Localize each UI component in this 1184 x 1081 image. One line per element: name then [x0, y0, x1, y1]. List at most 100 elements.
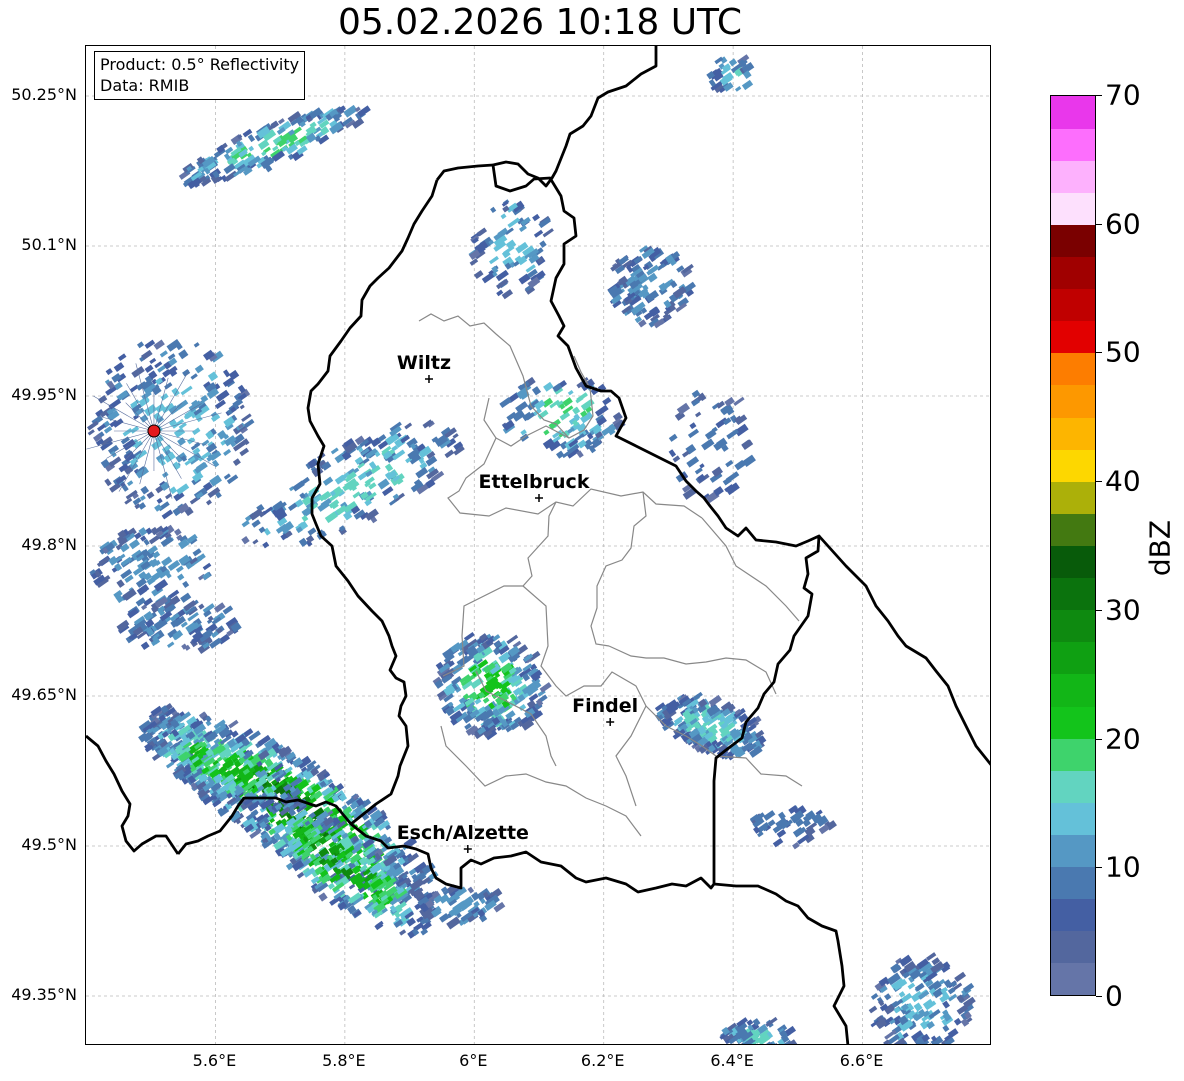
colorbar-segment: [1051, 673, 1095, 707]
canton-border: [615, 705, 647, 807]
longitude-tick-label: 6.2°E: [580, 1051, 625, 1070]
colorbar-tick-label: 70: [1105, 78, 1141, 112]
latitude-tick-label: 49.95°N: [11, 385, 77, 404]
city-ettelbruck[interactable]: Ettelbruck: [479, 471, 590, 502]
colorbar-tick: [1096, 481, 1102, 483]
echo-cell: [232, 458, 241, 467]
colorbar-title: dBZ: [1143, 519, 1177, 577]
echo-cell: [694, 467, 703, 475]
latitude-tick-label: 49.65°N: [11, 685, 77, 704]
echo-cell: [446, 916, 461, 930]
germany-border-east: [817, 535, 990, 766]
map-title: 05.02.2026 10:18 UTC: [337, 2, 743, 43]
echo-cell: [177, 573, 185, 581]
echo-cell: [741, 79, 754, 91]
colorbar-segment: [1051, 384, 1095, 418]
echo-cell: [140, 485, 150, 495]
colorbar-segment: [1051, 545, 1095, 579]
echo-cell: [198, 603, 205, 610]
echo-cell: [239, 404, 245, 410]
echo-cell: [214, 399, 226, 410]
echo-cell: [252, 539, 259, 545]
radar-site-marker[interactable]: [147, 424, 161, 438]
latitude-tick-label: 49.5°N: [21, 835, 77, 854]
echo-cell: [763, 810, 776, 821]
echo-cell: [143, 611, 154, 621]
echo-cell: [672, 455, 681, 463]
colorbar-tick: [1096, 609, 1102, 611]
colorbar-segment: [1051, 192, 1095, 225]
echo-cell: [689, 422, 697, 430]
colorbar-tick: [1096, 867, 1102, 869]
city-label: Esch/Alzette: [397, 822, 529, 844]
city-wiltz[interactable]: Wiltz: [397, 352, 451, 383]
echo-cell: [725, 482, 740, 496]
echo-cell: [399, 929, 407, 936]
colorbar-tick-label: 0: [1105, 979, 1123, 1013]
echo-cell: [724, 396, 735, 407]
echo-cell: [890, 962, 902, 974]
echo-cell: [278, 118, 285, 125]
echo-cell: [223, 448, 232, 456]
echo-cell: [296, 871, 305, 879]
latitude-tick-label: 49.8°N: [21, 535, 77, 554]
echo-cell: [473, 270, 484, 279]
echo-cell: [467, 886, 475, 894]
longitude-tick-label: 6°E: [459, 1051, 488, 1070]
radar-spoke: [139, 430, 155, 485]
echo-cell: [542, 228, 554, 238]
echo-cell: [301, 514, 309, 522]
echo-cell: [223, 369, 231, 378]
echo-cell: [251, 519, 261, 528]
echo-cell: [868, 1005, 878, 1014]
latitude-tick-label: 49.35°N: [11, 985, 77, 1004]
echo-cell: [176, 483, 190, 495]
colorbar-segment: [1051, 706, 1095, 739]
echo-cell: [145, 527, 153, 535]
echo-cell: [137, 341, 145, 349]
echo-cell: [954, 971, 967, 983]
echo-cell: [533, 229, 544, 238]
colorbar-segment: [1051, 96, 1095, 129]
echo-cell: [686, 456, 700, 468]
echo-cell: [420, 928, 429, 936]
echo-cell: [728, 58, 738, 67]
echo-cell: [173, 427, 186, 438]
radar-echoes: [87, 54, 976, 1044]
radar-spoke: [153, 430, 182, 479]
echo-cell: [165, 761, 175, 769]
longitude-tick-label: 6.4°E: [710, 1051, 754, 1070]
echo-cell: [182, 580, 190, 588]
city-findel[interactable]: Findel: [572, 695, 638, 726]
echo-cell: [241, 536, 250, 545]
echo-cell: [262, 541, 270, 549]
echo-cell: [156, 497, 163, 504]
canton-border: [608, 645, 777, 695]
country-borders: [86, 46, 990, 1044]
echo-cell: [532, 213, 540, 222]
colorbar-tick-label: 40: [1105, 464, 1141, 498]
colorbar-segment: [1051, 834, 1095, 868]
germany-border-north: [492, 46, 658, 188]
echo-cell: [176, 399, 189, 410]
echo-cell: [725, 459, 734, 468]
echo-cell: [668, 433, 678, 442]
colorbar-tick-label: 30: [1105, 593, 1141, 627]
echo-cell: [144, 339, 156, 349]
latitude-tick-label: 50.1°N: [21, 235, 77, 254]
echo-cell: [377, 478, 390, 490]
colorbar-segment: [1051, 417, 1095, 450]
echo-cell: [733, 396, 745, 406]
echo-cell: [207, 371, 219, 382]
echo-cell: [452, 433, 459, 439]
echo-cell: [506, 634, 519, 645]
echo-cell: [444, 449, 455, 459]
product-info-box: Product: 0.5° Reflectivity Data: RMIB: [94, 51, 306, 100]
canton-border: [440, 725, 642, 837]
radar-map[interactable]: Wiltz Ettelbruck Findel Esch/Alzette: [85, 45, 991, 1045]
colorbar-tick-label: 10: [1105, 850, 1141, 884]
echo-cell: [108, 398, 122, 410]
echo-cell: [87, 429, 95, 436]
colorbar-segment: [1051, 609, 1095, 643]
city-label: Ettelbruck: [479, 471, 590, 493]
